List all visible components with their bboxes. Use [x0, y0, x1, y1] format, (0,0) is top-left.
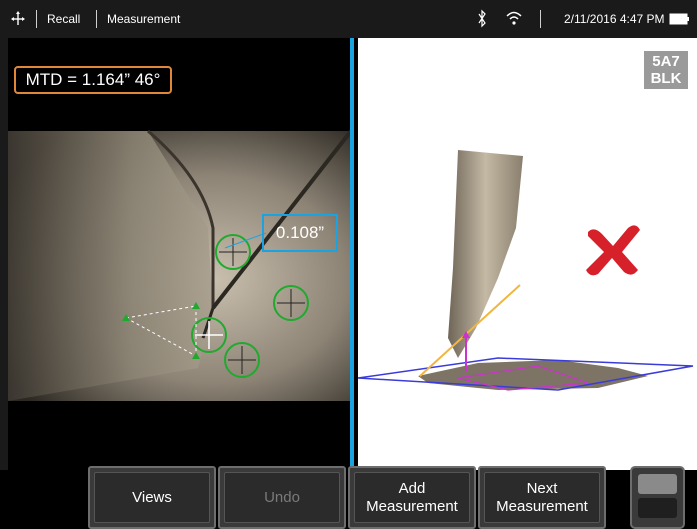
- tip-code-line2: BLK: [650, 70, 682, 87]
- views-button[interactable]: Views: [88, 466, 216, 529]
- joystick-mode-toggle[interactable]: [630, 466, 685, 529]
- next-line1: Next: [526, 479, 558, 497]
- add-line2: Measurement: [366, 497, 458, 515]
- mtd-label[interactable]: MTD = 1.164” 46°: [14, 66, 172, 94]
- measurement-value-label[interactable]: 0.108”: [262, 214, 338, 252]
- bluetooth-icon: [477, 0, 487, 38]
- point-cloud-view[interactable]: [358, 38, 697, 470]
- next-measurement-label: Next Measurement: [496, 480, 588, 516]
- battery-icon: [669, 0, 691, 38]
- next-line2: Measurement: [496, 497, 588, 515]
- breadcrumb-measurement: Measurement: [107, 12, 181, 26]
- add-line1: Add: [398, 479, 426, 497]
- left-edge: [0, 38, 8, 529]
- image-view[interactable]: [8, 38, 354, 470]
- breadcrumb-recall[interactable]: Recall: [47, 0, 80, 38]
- add-measurement-button[interactable]: Add Measurement: [348, 466, 476, 529]
- joystick-mode-top: [638, 474, 677, 494]
- active-pane-indicator-right: [350, 38, 354, 478]
- add-measurement-label: Add Measurement: [366, 480, 458, 516]
- status-bar: Recall Measurement 2/11/2016 4:47 PM: [0, 0, 697, 38]
- next-measurement-button[interactable]: Next Measurement: [478, 466, 606, 529]
- datetime: 2/11/2016 4:47 PM: [564, 12, 665, 26]
- tip-code-line1: 5A7: [652, 53, 680, 70]
- undo-button[interactable]: Undo: [218, 466, 346, 529]
- views-button-label: Views: [132, 488, 172, 506]
- wifi-icon: [505, 0, 523, 38]
- move-icon[interactable]: [10, 0, 26, 38]
- invalid-x-icon: [582, 222, 644, 283]
- joystick-mode-bottom: [638, 498, 677, 518]
- undo-button-label: Undo: [264, 488, 300, 506]
- probe-tip-badge: 5A7 BLK: [644, 51, 688, 89]
